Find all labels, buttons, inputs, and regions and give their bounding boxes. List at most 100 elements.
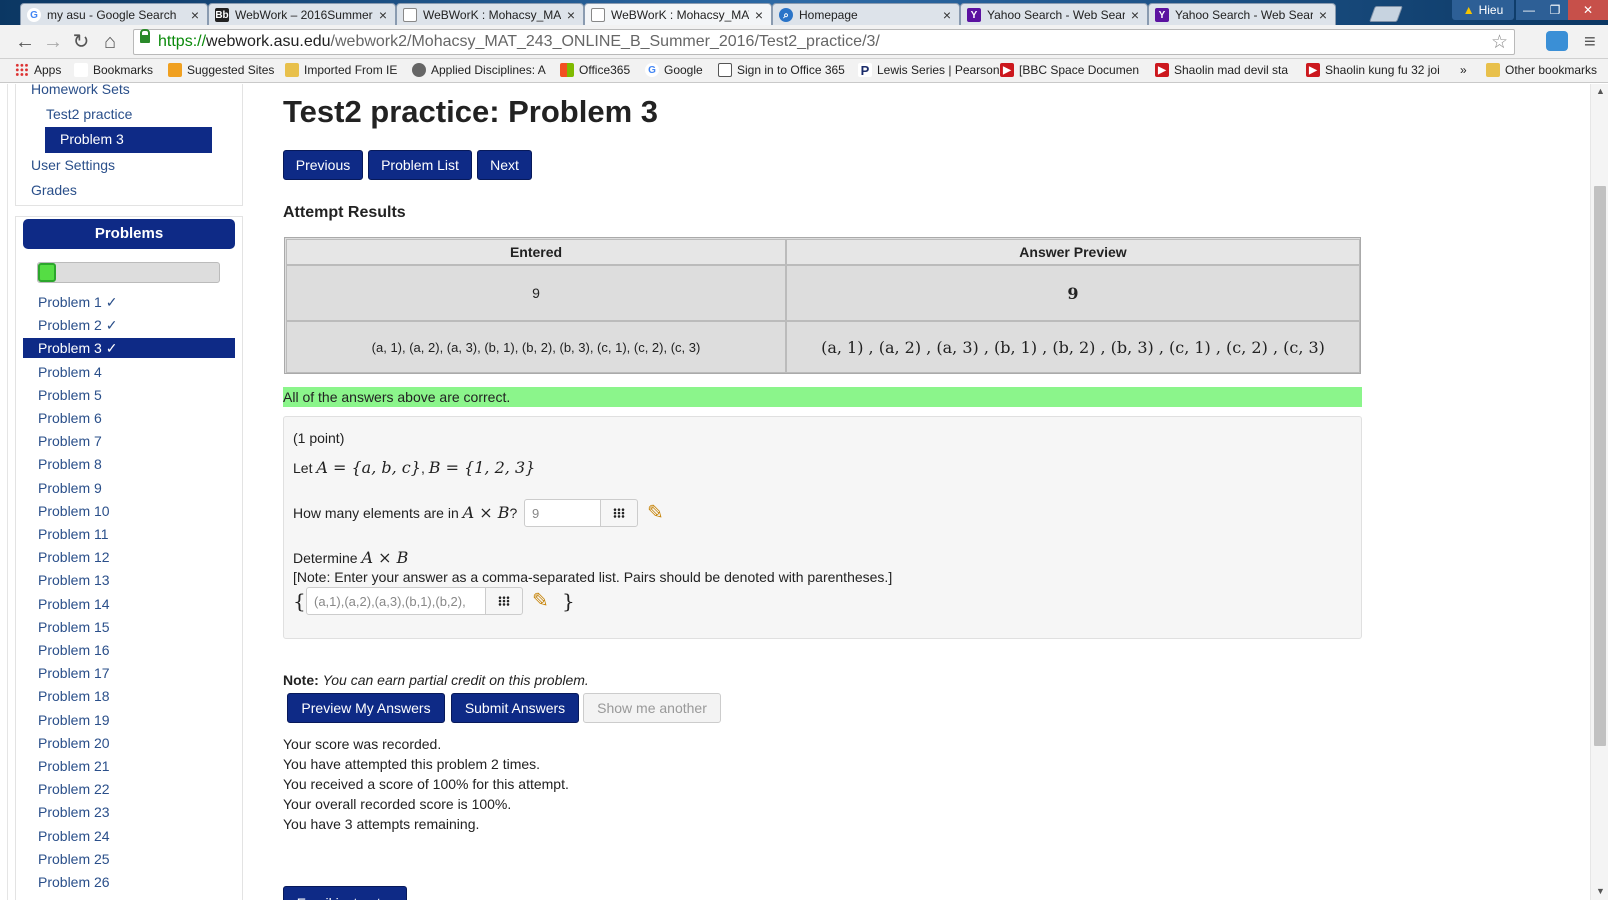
sidebar-problem-item[interactable]: Problem 3 ✓ bbox=[23, 338, 235, 359]
minimize-button[interactable]: — bbox=[1516, 0, 1542, 20]
sidebar-problem-item[interactable]: Problem 8 bbox=[23, 454, 235, 474]
equation-editor-button[interactable] bbox=[600, 499, 638, 527]
bookmark-item[interactable]: Office365 bbox=[560, 63, 630, 77]
url-text: https://webwork.asu.edu/webwork2/Mohacsy… bbox=[158, 33, 880, 51]
bookmark-item[interactable]: ▶ Shaolin mad devil sta bbox=[1155, 63, 1288, 77]
close-tab-icon[interactable]: × bbox=[565, 7, 577, 23]
sidebar-problem-item[interactable]: Problem 2 ✓ bbox=[23, 315, 235, 335]
sidebar-problem-item[interactable]: Problem 26 bbox=[23, 872, 235, 892]
maximize-button[interactable]: ❐ bbox=[1542, 0, 1568, 20]
forward-icon[interactable]: → bbox=[42, 31, 64, 53]
pencil-icon[interactable]: ✎ bbox=[532, 588, 549, 613]
sidebar-problem-item[interactable]: Problem 16 bbox=[23, 640, 235, 660]
sidebar-problem-item[interactable]: Problem 17 bbox=[23, 663, 235, 683]
nav-set-test2-practice[interactable]: Test2 practice bbox=[46, 106, 132, 122]
close-tab-icon[interactable]: × bbox=[1317, 7, 1329, 23]
status-line: You received a score of 100% for this at… bbox=[283, 776, 569, 792]
scrollbar-thumb[interactable] bbox=[1594, 186, 1606, 746]
definition-separator: , bbox=[420, 460, 425, 476]
browser-tab[interactable]: Bb WebWork – 2016Summer × bbox=[208, 3, 396, 25]
sidebar-problem-item[interactable]: Problem 1 ✓ bbox=[23, 292, 235, 312]
profile-button[interactable]: ▲ Hieu bbox=[1452, 0, 1514, 20]
nav-grades[interactable]: Grades bbox=[31, 182, 77, 198]
browser-tab[interactable]: G my asu - Google Search × bbox=[20, 3, 208, 25]
browser-tab[interactable]: WeBWorK : Mohacsy_MA × bbox=[396, 3, 584, 25]
yahoo-icon: Y bbox=[1155, 8, 1169, 22]
nav-homework-sets[interactable]: Homework Sets bbox=[31, 84, 130, 97]
close-tab-icon[interactable]: × bbox=[189, 7, 201, 23]
pencil-icon[interactable]: ✎ bbox=[647, 500, 664, 525]
bookmark-item[interactable]: Sign in to Office 365 bbox=[718, 63, 845, 77]
bookmark-item[interactable]: P Lewis Series | Pearson bbox=[858, 63, 1000, 78]
extension-icon[interactable] bbox=[1546, 31, 1568, 51]
close-tab-icon[interactable]: × bbox=[941, 7, 953, 23]
next-button[interactable]: Next bbox=[477, 150, 532, 180]
folder-icon bbox=[285, 63, 299, 77]
sidebar-problem-item[interactable]: Problem 6 bbox=[23, 408, 235, 428]
bookmark-item[interactable]: G Google bbox=[645, 63, 703, 77]
sidebar-problem-item[interactable]: Problem 10 bbox=[23, 501, 235, 521]
browser-tab[interactable]: Y Yahoo Search - Web Sear × bbox=[960, 3, 1148, 25]
scrollbar[interactable]: ▲ ▼ bbox=[1590, 84, 1608, 900]
sidebar-problem-item[interactable]: Problem 13 bbox=[23, 570, 235, 590]
close-tab-icon[interactable]: × bbox=[1129, 7, 1141, 23]
bookmarks-overflow-button[interactable]: » bbox=[1460, 63, 1467, 77]
sidebar-problem-item[interactable]: Problem 11 bbox=[23, 524, 235, 544]
browser-tab[interactable]: ⌕ Homepage × bbox=[772, 3, 960, 25]
preview-answers-button[interactable]: Preview My Answers bbox=[287, 693, 445, 723]
browser-tab-active[interactable]: WeBWorK : Mohacsy_MAT × bbox=[584, 3, 772, 25]
bookmark-item[interactable]: ▶ [BBC Space Documen bbox=[1000, 63, 1139, 77]
browser-tab[interactable]: Y Yahoo Search - Web Sear × bbox=[1148, 3, 1336, 25]
reload-icon[interactable]: ↻ bbox=[70, 31, 92, 53]
sidebar-problem-item[interactable]: Problem 15 bbox=[23, 617, 235, 637]
home-icon[interactable]: ⌂ bbox=[99, 31, 121, 53]
bookmark-star-icon[interactable]: ☆ bbox=[1491, 31, 1508, 54]
bookmark-item[interactable]: ▶ Shaolin kung fu 32 joi bbox=[1306, 63, 1440, 77]
answer-1-input[interactable]: 9 bbox=[524, 499, 601, 527]
submit-answers-button[interactable]: Submit Answers bbox=[451, 693, 579, 723]
scroll-down-icon[interactable]: ▼ bbox=[1596, 886, 1605, 896]
bookmark-other[interactable]: Other bookmarks bbox=[1486, 63, 1597, 77]
show-another-button[interactable]: Show me another bbox=[583, 693, 721, 723]
sidebar-problem-item[interactable]: Problem 18 bbox=[23, 686, 235, 706]
sidebar-problem-item[interactable]: Problem 7 bbox=[23, 431, 235, 451]
sidebar-problem-item[interactable]: Problem 23 bbox=[23, 802, 235, 822]
scroll-up-icon[interactable]: ▲ bbox=[1596, 86, 1605, 96]
bookmark-item[interactable]: Suggested Sites bbox=[168, 63, 274, 77]
close-tab-icon[interactable]: × bbox=[377, 7, 389, 23]
sidebar-problem-item[interactable]: Problem 25 bbox=[23, 849, 235, 869]
problem-list-button[interactable]: Problem List bbox=[368, 150, 472, 180]
new-tab-button[interactable] bbox=[1369, 6, 1403, 22]
sidebar-problem-item[interactable]: Problem 12 bbox=[23, 547, 235, 567]
sidebar-problem-item[interactable]: Problem 22 bbox=[23, 779, 235, 799]
page-icon bbox=[591, 8, 605, 22]
question-1-math: A × B bbox=[462, 503, 510, 522]
previous-button[interactable]: Previous bbox=[283, 150, 363, 180]
sidebar-problem-item[interactable]: Problem 5 bbox=[23, 385, 235, 405]
nav-current-problem[interactable]: Problem 3 bbox=[45, 127, 212, 153]
nav-user-settings[interactable]: User Settings bbox=[31, 157, 115, 173]
sidebar-problem-item[interactable]: Problem 14 bbox=[23, 594, 235, 614]
answer-2-input[interactable]: (a,1),(a,2),(a,3),(b,1),(b,2), bbox=[306, 587, 488, 615]
sidebar-problem-item[interactable]: Problem 21 bbox=[23, 756, 235, 776]
close-window-button[interactable]: ✕ bbox=[1568, 0, 1608, 20]
address-bar[interactable]: https://webwork.asu.edu/webwork2/Mohacsy… bbox=[133, 29, 1515, 55]
url-scheme: https:// bbox=[158, 33, 207, 50]
bookmark-label: Google bbox=[664, 63, 703, 77]
bookmark-item[interactable]: Imported From IE bbox=[285, 63, 397, 77]
note-text: You can earn partial credit on this prob… bbox=[322, 672, 589, 688]
sidebar-problem-item[interactable]: Problem 4 bbox=[23, 362, 235, 382]
close-tab-icon[interactable]: × bbox=[753, 7, 765, 23]
sidebar-problem-item[interactable]: Problem 24 bbox=[23, 826, 235, 846]
bookmark-item[interactable]: Applied Disciplines: A bbox=[412, 63, 546, 77]
bookmark-item[interactable]: Bookmarks bbox=[74, 63, 153, 77]
sidebar-problem-item[interactable]: Problem 9 bbox=[23, 478, 235, 498]
sidebar-problem-item[interactable]: Problem 20 bbox=[23, 733, 235, 753]
sidebar-problem-item[interactable]: Problem 19 bbox=[23, 710, 235, 730]
back-icon[interactable]: ← bbox=[14, 31, 36, 53]
menu-icon[interactable]: ≡ bbox=[1584, 31, 1596, 54]
bookmark-apps[interactable]: Apps bbox=[15, 63, 61, 77]
bookmark-label: Suggested Sites bbox=[187, 63, 275, 77]
equation-editor-button[interactable] bbox=[485, 587, 523, 615]
email-instructor-button[interactable]: Email instructor bbox=[283, 886, 407, 900]
